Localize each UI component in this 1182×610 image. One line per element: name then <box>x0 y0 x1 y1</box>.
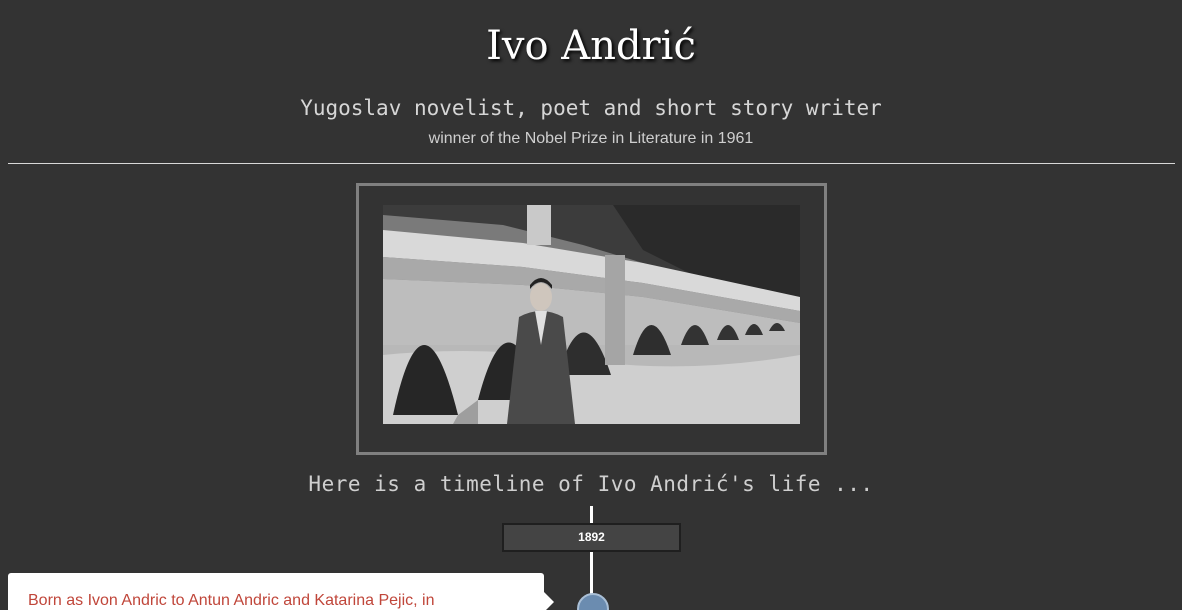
page-tagline: winner of the Nobel Prize in Literature … <box>428 130 754 147</box>
timeline-dot[interactable] <box>577 593 609 610</box>
timeline-event-text: Born as Ivon Andric to Antun Andric and … <box>28 592 435 609</box>
page-subtitle: Yugoslav novelist, poet and short story … <box>300 96 882 120</box>
page-title: Ivo Andrić <box>486 23 696 69</box>
timeline-intro: Here is a timeline of Ivo Andrić's life … <box>308 472 874 496</box>
portrait-photo <box>383 205 800 424</box>
timeline-event-card: Born as Ivon Andric to Antun Andric and … <box>8 573 554 610</box>
header-divider <box>8 163 1175 164</box>
timeline-line-top <box>590 506 593 523</box>
photo-frame <box>356 183 827 455</box>
year-badge: 1892 <box>502 523 681 552</box>
